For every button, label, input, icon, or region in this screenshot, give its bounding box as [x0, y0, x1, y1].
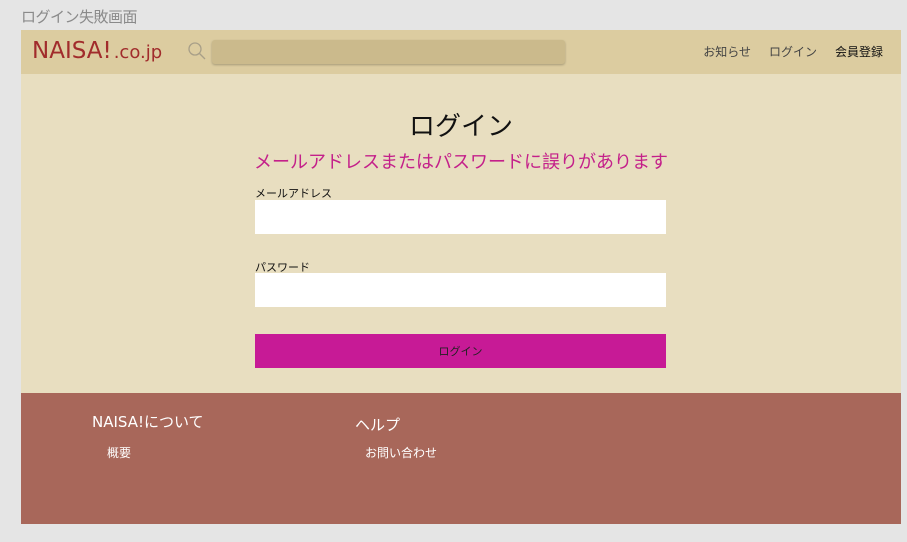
- footer-about-heading: NAISA!について: [92, 413, 204, 431]
- site-footer: NAISA!について 概要 ヘルプ お問い合わせ: [21, 393, 901, 524]
- footer-help-heading: ヘルプ: [355, 416, 401, 434]
- nav-register-link[interactable]: 会員登録: [835, 45, 883, 59]
- error-message: メールアドレスまたはパスワードに誤りがあります: [254, 152, 668, 173]
- logo-main: NAISA!: [32, 38, 112, 64]
- nav-news-link[interactable]: お知らせ: [703, 45, 751, 59]
- footer-contact-link[interactable]: お問い合わせ: [365, 444, 437, 461]
- email-field[interactable]: [255, 200, 666, 234]
- footer-about-link[interactable]: 概要: [107, 444, 131, 461]
- password-field[interactable]: [255, 273, 666, 307]
- page-title: ログイン: [408, 112, 513, 142]
- search-input[interactable]: [212, 40, 565, 64]
- search-icon[interactable]: [187, 41, 207, 61]
- logo-domain: .co.jp: [113, 42, 163, 63]
- site-header: NAISA! .co.jp お知らせ ログイン 会員登録: [21, 30, 901, 74]
- login-button[interactable]: ログイン: [255, 334, 666, 368]
- frame-label: ログイン失敗画面: [21, 8, 138, 26]
- nav-login-link[interactable]: ログイン: [769, 45, 817, 59]
- header-nav: お知らせ ログイン 会員登録: [685, 43, 883, 60]
- login-failure-page: NAISA! .co.jp お知らせ ログイン 会員登録 ログイン メールアドレスまた…: [21, 30, 901, 524]
- site-logo[interactable]: NAISA! .co.jp: [32, 38, 162, 64]
- email-label: メールアドレス: [255, 187, 332, 200]
